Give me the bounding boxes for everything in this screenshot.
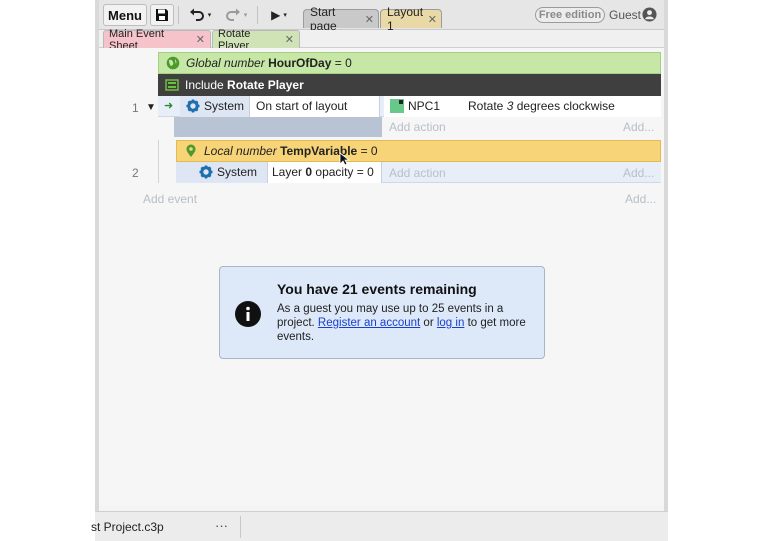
- project-file-name[interactable]: st Project.c3p: [91, 520, 164, 534]
- trigger-arrow-icon: ➜: [164, 100, 174, 112]
- tab-main-event-sheet[interactable]: Main Event Sheet ✕: [103, 28, 211, 52]
- condition-text-cell[interactable]: On start of layout: [250, 95, 380, 117]
- close-icon[interactable]: ✕: [365, 13, 374, 26]
- user-avatar-icon[interactable]: [642, 7, 657, 22]
- menu-button[interactable]: Menu: [103, 4, 147, 26]
- log-in-link[interactable]: log in: [437, 317, 465, 329]
- undo-icon: [189, 8, 204, 21]
- save-icon: [156, 9, 168, 21]
- gear-icon: [186, 99, 200, 113]
- tab-start-page[interactable]: Start page ✕: [303, 5, 379, 33]
- event-number: 1: [132, 101, 139, 115]
- include-name: Rotate Player: [227, 78, 304, 92]
- condition-object-cell[interactable]: System: [180, 95, 250, 117]
- variable-value: = 0: [334, 56, 352, 70]
- add-event-link[interactable]: Add event: [143, 192, 197, 206]
- main-toolbar: Menu ▾ ▾ ▶ ▾ Start page ✕ Layout 1 ✕ Fre…: [99, 0, 664, 33]
- tab-label: Start page: [310, 5, 337, 33]
- undo-button[interactable]: ▾: [183, 4, 217, 26]
- save-button[interactable]: [150, 4, 174, 26]
- event-sheet-icon: [165, 79, 179, 91]
- redo-dropdown-icon[interactable]: ▾: [244, 11, 248, 19]
- globe-icon: [166, 56, 180, 70]
- action-object-name: NPC1: [408, 99, 441, 113]
- toolbar-separator: [257, 6, 258, 24]
- play-icon: ▶: [271, 8, 281, 22]
- location-pin-icon: [186, 144, 196, 157]
- preview-dropdown-icon[interactable]: ▾: [283, 11, 287, 19]
- condition-blank-cell[interactable]: [174, 117, 382, 137]
- condition-text-post: opacity = 0: [315, 165, 374, 179]
- variable-name: HourOfDay: [268, 56, 332, 70]
- condition-text-cell[interactable]: Layer 0 opacity = 0: [268, 161, 382, 183]
- condition-text-pre: Layer: [272, 165, 303, 179]
- undo-dropdown-icon[interactable]: ▾: [208, 11, 212, 19]
- tab-layout-1[interactable]: Layout 1 ✕: [380, 5, 442, 33]
- condition-object-name: System: [216, 165, 257, 179]
- guest-label[interactable]: Guest: [609, 8, 641, 22]
- mouse-cursor-icon: [339, 152, 351, 166]
- add-action-link[interactable]: Add action: [389, 166, 446, 180]
- variable-prefix: Global number: [186, 56, 265, 70]
- tab-rotate-player[interactable]: Rotate Player ✕: [212, 28, 300, 52]
- redo-button[interactable]: ▾: [219, 4, 253, 26]
- tab-label: Layout 1: [387, 5, 424, 33]
- global-variable-row[interactable]: Global number HourOfDay = 0: [158, 52, 661, 74]
- gear-icon: [199, 165, 213, 179]
- toolbar-separator: [178, 6, 179, 24]
- close-icon[interactable]: ✕: [285, 33, 294, 46]
- include-row[interactable]: Include Rotate Player: [158, 74, 661, 96]
- status-bar: st Project.c3p ···: [91, 511, 668, 541]
- add-more-link[interactable]: Add...: [623, 166, 654, 180]
- add-event-more-link[interactable]: Add...: [625, 192, 656, 206]
- action-text-pre: Rotate: [468, 99, 504, 113]
- notice-text: or: [423, 317, 434, 329]
- sprite-icon: [390, 99, 404, 113]
- window-border-right: [664, 0, 668, 541]
- action-text-post: degrees clockwise: [516, 99, 615, 113]
- close-icon[interactable]: ✕: [428, 13, 437, 26]
- local-variable-row[interactable]: Local number TempVariable = 0: [176, 140, 661, 162]
- collapse-toggle-icon[interactable]: ▼: [146, 102, 156, 113]
- variable-value: = 0: [360, 144, 378, 158]
- info-icon: [235, 301, 261, 327]
- variable-prefix: Local number: [204, 144, 277, 158]
- add-action-link[interactable]: Add action: [389, 120, 446, 134]
- more-options-icon[interactable]: ···: [215, 518, 228, 533]
- action-value: 3: [506, 99, 514, 113]
- notice-title: You have 21 events remaining: [277, 281, 477, 297]
- register-account-link[interactable]: Register an account: [318, 317, 420, 329]
- free-edition-badge[interactable]: Free edition: [535, 7, 605, 23]
- sub-event-tree-line: [158, 140, 159, 183]
- status-separator: [240, 516, 241, 538]
- redo-icon: [225, 8, 240, 21]
- event-row[interactable]: ➜ System On start of layout NPC1 Rotate …: [158, 95, 661, 117]
- event-sheet-tabs: Main Event Sheet ✕ Rotate Player ✕: [99, 28, 664, 52]
- close-icon[interactable]: ✕: [196, 33, 205, 46]
- add-action-row: Add action Add...: [174, 117, 661, 137]
- condition-text: On start of layout: [256, 99, 348, 113]
- action-object-cell[interactable]: NPC1: [384, 95, 464, 117]
- notice-body: As a guest you may use up to 25 events i…: [277, 302, 529, 344]
- event-row[interactable]: System Layer 0 opacity = 0 Add action Ad…: [176, 161, 661, 183]
- condition-object-cell[interactable]: System: [176, 161, 268, 183]
- event-number: 2: [132, 166, 139, 180]
- events-remaining-notice: You have 21 events remaining As a guest …: [219, 266, 545, 359]
- add-more-link[interactable]: Add...: [623, 120, 654, 134]
- action-text-cell[interactable]: Rotate 3 degrees clockwise: [464, 95, 661, 117]
- condition-value: 0: [305, 165, 313, 179]
- include-prefix: Include: [185, 78, 224, 92]
- preview-button[interactable]: ▶ ▾: [261, 4, 297, 26]
- condition-object-name: System: [204, 99, 245, 113]
